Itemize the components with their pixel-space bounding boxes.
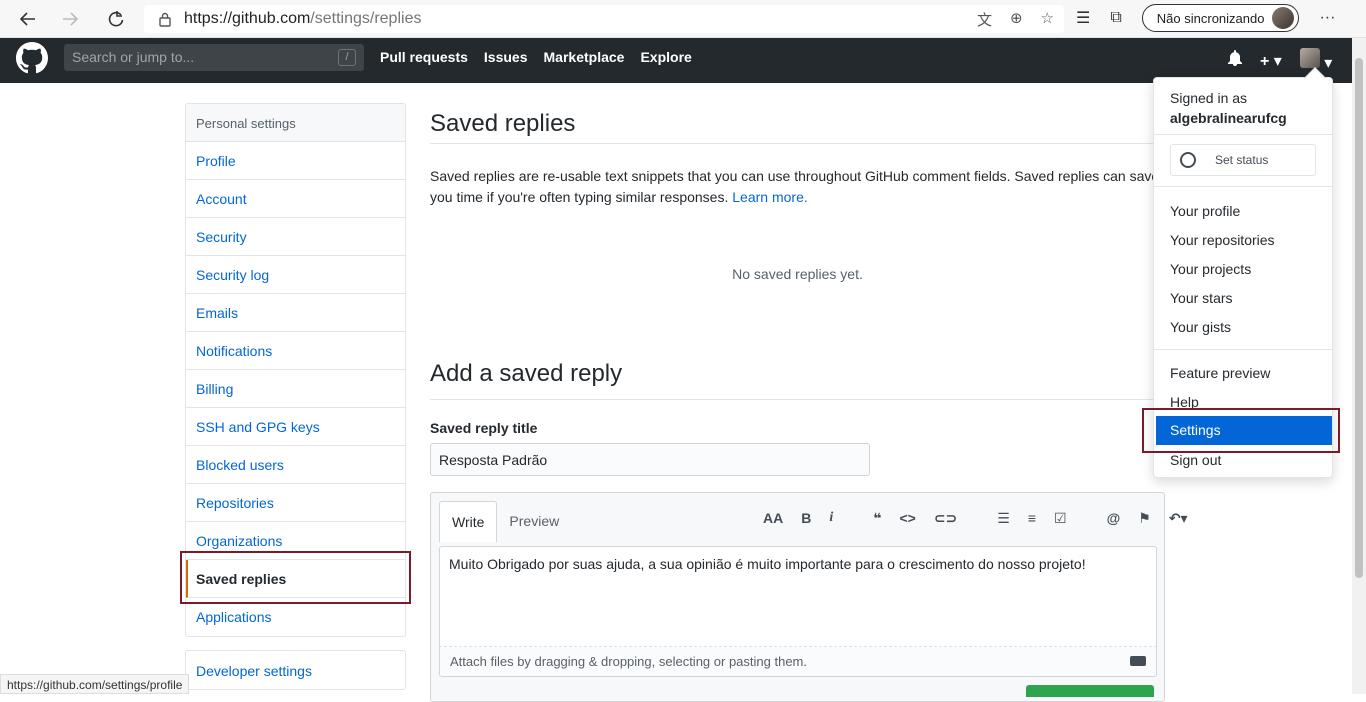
notifications-bell-icon[interactable]: [1228, 50, 1242, 71]
lock-icon: [158, 11, 172, 27]
divider: [1154, 349, 1332, 350]
refresh-icon[interactable]: [98, 4, 134, 34]
tab-preview[interactable]: Preview: [497, 501, 571, 542]
search-shortcut-key: /: [338, 49, 356, 66]
add-saved-reply-header: Add a saved reply: [430, 360, 1165, 400]
link-icon[interactable]: ⊂⊃: [934, 510, 957, 527]
browser-toolbar: https://github.com/settings/replies 文 ⊕ …: [0, 0, 1366, 38]
reply-editor: Write Preview AA B i ❝ <> ⊂⊃ ☰ ≡ ☑ @ ⚑ ↶…: [430, 492, 1188, 702]
saved-replies-description: Saved replies are re-usable text snippet…: [430, 166, 1160, 208]
sidebar-item-blocked-users[interactable]: Blocked users: [186, 446, 405, 484]
signed-in-as: Signed in as algebralinearufcg: [1170, 88, 1287, 128]
sidebar-item-billing[interactable]: Billing: [186, 370, 405, 408]
header-nav: Pull requests Issues Marketplace Explore: [380, 49, 692, 65]
reply-title-label: Saved reply title: [430, 420, 538, 436]
collections-icon[interactable]: ⧉: [1110, 9, 1121, 27]
tab-write[interactable]: Write: [439, 501, 498, 542]
markdown-icon: [1130, 656, 1146, 666]
search-placeholder: Search or jump to...: [72, 49, 195, 65]
menu-feature-preview[interactable]: Feature preview: [1170, 365, 1270, 381]
divider: [1154, 134, 1332, 135]
page-title: Saved replies: [430, 110, 576, 137]
menu-your-gists[interactable]: Your gists: [1170, 319, 1231, 335]
divider: [1154, 186, 1332, 187]
reply-body-textarea[interactable]: Muito Obrigado por suas ajuda, a sua opi…: [439, 546, 1157, 647]
create-new-button[interactable]: + ▾: [1260, 51, 1282, 71]
sidebar-item-ssh-gpg-keys[interactable]: SSH and GPG keys: [186, 408, 405, 446]
sidebar-item-developer-settings[interactable]: Developer settings: [185, 650, 406, 690]
smiley-icon: [1180, 152, 1196, 168]
set-status-label: Set status: [1215, 153, 1269, 167]
nav-marketplace[interactable]: Marketplace: [544, 49, 625, 65]
translate-icon[interactable]: 文: [977, 9, 992, 30]
github-logo-icon[interactable]: [16, 42, 48, 74]
nav-issues[interactable]: Issues: [484, 49, 528, 65]
avatar: [1299, 48, 1320, 68]
main-content: Saved replies Saved replies are re-usabl…: [430, 100, 1165, 282]
sidebar-item-security-log[interactable]: Security log: [186, 256, 405, 294]
github-header: Search or jump to... / Pull requests Iss…: [0, 38, 1352, 83]
sidebar-item-security[interactable]: Security: [186, 218, 405, 256]
menu-your-repositories[interactable]: Your repositories: [1170, 232, 1275, 248]
favorites-list-icon[interactable]: ☰: [1076, 8, 1090, 28]
bulleted-list-icon[interactable]: ☰: [997, 510, 1010, 527]
zoom-icon[interactable]: ⊕: [1010, 9, 1023, 30]
add-saved-reply-button[interactable]: [1026, 685, 1154, 697]
username[interactable]: algebralinearufcg: [1170, 108, 1287, 128]
address-bar[interactable]: https://github.com/settings/replies 文 ⊕ …: [144, 5, 1064, 33]
status-bar-url: https://github.com/settings/profile: [0, 674, 190, 694]
forward-icon[interactable]: [52, 4, 88, 34]
sidebar-item-repositories[interactable]: Repositories: [186, 484, 405, 522]
sync-profile-button[interactable]: Não sincronizando: [1141, 4, 1300, 32]
reply-title-input[interactable]: Resposta Padrão: [430, 443, 870, 476]
more-menu-icon[interactable]: ···: [1319, 9, 1335, 27]
nav-explore[interactable]: Explore: [640, 49, 691, 65]
page-scrollbar[interactable]: [1352, 38, 1366, 694]
empty-state: No saved replies yet.: [732, 266, 863, 282]
saved-replies-highlight: [180, 551, 411, 604]
sidebar-item-emails[interactable]: Emails: [186, 294, 405, 332]
menu-sign-out[interactable]: Sign out: [1170, 452, 1221, 468]
signed-in-label: Signed in as: [1170, 90, 1248, 106]
favorite-star-icon[interactable]: ☆: [1041, 9, 1054, 30]
url-host: https://github.com: [184, 10, 311, 27]
saved-replies-header: Saved replies: [430, 100, 1165, 144]
add-saved-reply-title: Add a saved reply: [430, 360, 623, 387]
sidebar-item-notifications[interactable]: Notifications: [186, 332, 405, 370]
italic-icon[interactable]: i: [829, 510, 833, 527]
plus-icon: +: [1260, 52, 1270, 70]
menu-your-projects[interactable]: Your projects: [1170, 261, 1251, 277]
task-list-icon[interactable]: ☑: [1054, 510, 1067, 527]
profile-avatar: [1272, 7, 1295, 29]
markdown-toolbar: AA B i ❝ <> ⊂⊃ ☰ ≡ ☑ @ ⚑ ↶▾: [763, 510, 1188, 527]
menu-your-stars[interactable]: Your stars: [1170, 290, 1233, 306]
url-path: /settings/replies: [310, 10, 422, 27]
bookmark-icon[interactable]: ⚑: [1138, 510, 1151, 527]
back-icon[interactable]: [10, 4, 46, 34]
scrollbar-thumb[interactable]: [1355, 58, 1363, 578]
sidebar-title: Personal settings: [186, 104, 405, 142]
set-status-button[interactable]: Set status: [1170, 144, 1316, 176]
attach-files-area[interactable]: Attach files by dragging & dropping, sel…: [439, 647, 1157, 677]
learn-more-link[interactable]: Learn more.: [732, 189, 807, 205]
nav-pull-requests[interactable]: Pull requests: [380, 49, 468, 65]
sidebar-item-account[interactable]: Account: [186, 180, 405, 218]
bold-icon[interactable]: B: [801, 510, 811, 527]
quote-icon[interactable]: ❝: [873, 510, 881, 527]
menu-your-profile[interactable]: Your profile: [1170, 203, 1240, 219]
search-input[interactable]: Search or jump to... /: [64, 44, 364, 71]
numbered-list-icon[interactable]: ≡: [1028, 510, 1036, 527]
settings-highlight: [1142, 408, 1340, 453]
reply-icon[interactable]: ↶▾: [1169, 510, 1188, 527]
code-icon[interactable]: <>: [899, 510, 915, 527]
sync-label: Não sincronizando: [1156, 10, 1265, 26]
mention-icon[interactable]: @: [1107, 510, 1121, 527]
sidebar-item-profile[interactable]: Profile: [186, 142, 405, 180]
attach-hint: Attach files by dragging & dropping, sel…: [450, 654, 807, 669]
heading-icon[interactable]: AA: [763, 510, 783, 527]
